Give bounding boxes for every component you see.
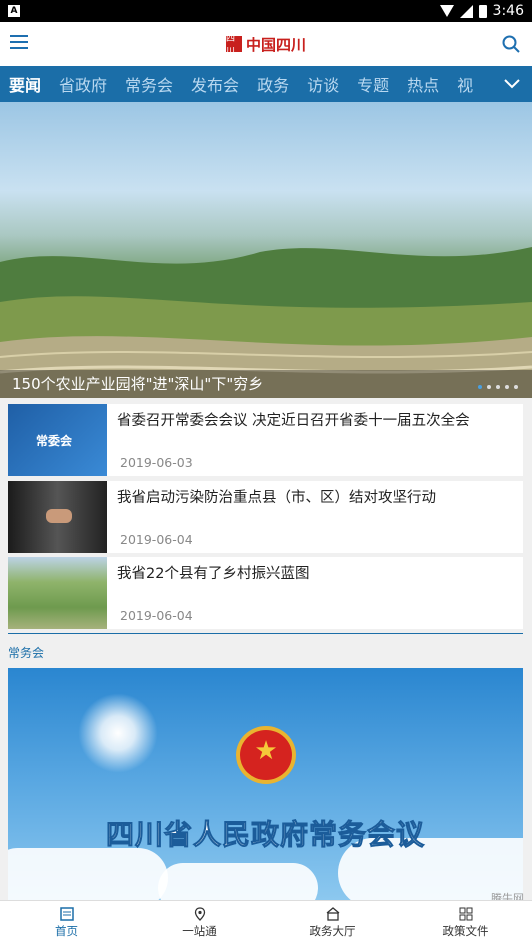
news-thumbnail: 常委会 [8, 404, 107, 476]
national-emblem-icon [236, 726, 296, 784]
tab-government-affairs[interactable]: 政务 [248, 72, 298, 96]
status-bar: A 3:46 [0, 0, 532, 22]
news-headline: 我省22个县有了乡村振兴蓝图 [117, 566, 310, 582]
tab-topics[interactable]: 专题 [348, 72, 398, 96]
wifi-icon [439, 5, 454, 17]
sun-graphic [78, 693, 158, 773]
news-item[interactable]: 常委会 省委召开常委会会议 决定近日召开省委十一届五次全会 2019-06-03 [8, 404, 523, 476]
tab-interviews[interactable]: 访谈 [298, 72, 348, 96]
cloud-graphic [158, 863, 318, 900]
news-thumbnail [8, 557, 107, 629]
tab-headlines[interactable]: 要闻 [0, 72, 50, 96]
tab-executive-meeting[interactable]: 常务会 [116, 72, 182, 96]
nav-home[interactable]: 首页 [0, 901, 133, 944]
carousel-dot[interactable] [487, 385, 491, 389]
news-item[interactable]: 我省启动污染防治重点县（市、区）结对攻坚行动 2019-06-04 [8, 481, 523, 553]
nav-one-stop[interactable]: 一站通 [133, 901, 266, 944]
app-bar: 四川 中国四川 [0, 22, 532, 66]
section-title[interactable]: 常务会 [8, 633, 523, 661]
tab-press-conference[interactable]: 发布会 [182, 72, 248, 96]
hall-icon [326, 906, 339, 921]
nav-policy-docs[interactable]: 政策文件 [399, 901, 532, 944]
grid-icon [459, 907, 472, 920]
signal-icon [459, 4, 473, 18]
nav-label: 一站通 [182, 923, 217, 938]
bottom-navigation: 首页 一站通 政务大厅 政策文件 [0, 900, 532, 944]
banner-title: 四川省人民政府常务会议 [105, 818, 425, 852]
tab-hot[interactable]: 热点 [398, 72, 448, 96]
executive-meeting-banner[interactable]: 四川省人民政府常务会议 [8, 668, 523, 900]
clock: 3:46 [492, 3, 524, 19]
news-date: 2019-06-04 [120, 608, 193, 623]
app-logo: 四川 中国四川 [225, 34, 306, 57]
hero-carousel[interactable]: 150个农业产业园将"进"深山"下"穷乡 [0, 102, 532, 398]
tab-province-gov[interactable]: 省政府 [50, 72, 116, 96]
carousel-indicator [478, 385, 518, 389]
chevron-down-icon [504, 79, 520, 89]
nav-label: 首页 [55, 923, 78, 938]
thumbnail-label: 常委会 [36, 434, 73, 448]
search-icon[interactable] [502, 35, 520, 53]
news-icon [59, 906, 74, 921]
expand-tabs-button[interactable] [492, 66, 532, 102]
category-tabs: 要闻 省政府 常务会 发布会 政务 访谈 专题 热点 视 [0, 66, 532, 102]
news-date: 2019-06-04 [120, 532, 193, 547]
tab-video[interactable]: 视 [448, 72, 482, 96]
location-pin-icon [194, 906, 205, 921]
notification-icon: A [8, 5, 20, 17]
carousel-dot[interactable] [496, 385, 500, 389]
carousel-dot[interactable] [505, 385, 509, 389]
news-headline: 我省启动污染防治重点县（市、区）结对攻坚行动 [117, 490, 436, 506]
battery-icon [478, 4, 487, 18]
seal-icon: 四川 [225, 34, 242, 57]
news-date: 2019-06-03 [120, 455, 193, 470]
cloud-graphic [8, 848, 168, 900]
news-item[interactable]: 我省22个县有了乡村振兴蓝图 2019-06-04 [8, 557, 523, 629]
carousel-dot[interactable] [478, 385, 482, 389]
news-headline: 省委召开常委会会议 决定近日召开省委十一届五次全会 [117, 413, 470, 429]
menu-icon[interactable] [10, 35, 28, 51]
carousel-dot[interactable] [514, 385, 518, 389]
nav-service-hall[interactable]: 政务大厅 [266, 901, 399, 944]
app-title: 中国四川 [245, 35, 306, 54]
nav-label: 政策文件 [442, 923, 489, 938]
hero-caption: 150个农业产业园将"进"深山"下"穷乡 [0, 370, 532, 398]
nav-label: 政务大厅 [309, 923, 356, 938]
news-thumbnail [8, 481, 107, 553]
